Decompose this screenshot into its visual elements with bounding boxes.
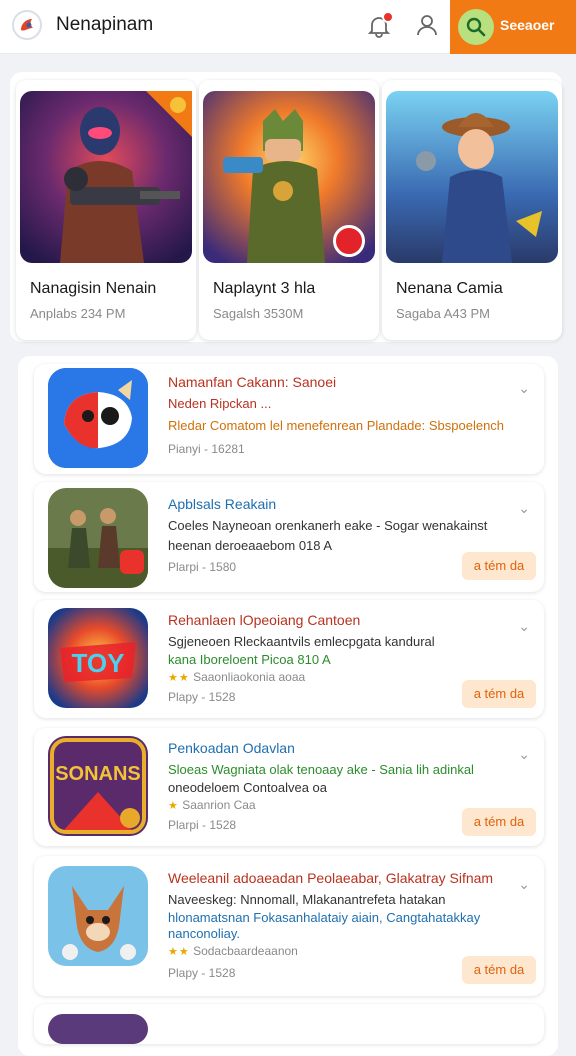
app-icon	[48, 488, 148, 588]
app-description: oneodeloem Contoalvea oa	[168, 780, 328, 795]
app-description: hlonamatsnan Fokasanhalataiy aiain, Cang…	[168, 910, 481, 925]
app-meta: Plapy - 1528	[168, 690, 236, 704]
install-button[interactable]: a tém da	[462, 956, 536, 984]
app-description: Rledar Comatom lel menefenrean Plandade:…	[168, 418, 505, 433]
app-rating: ★★ Saaonliaokonia aoaa	[168, 670, 306, 684]
app-title: Penkoadan Odavlan	[168, 740, 295, 756]
featured-card[interactable]: Nenana Camia Sagaba A43 PM	[382, 80, 562, 340]
app-subtitle: Naveeskeg: Nnnomall, Mlakanantrefeta hat…	[168, 892, 446, 907]
featured-card[interactable]: Naplaynt 3 hla Sagalsh 3530M	[199, 80, 379, 340]
featured-name: Naplaynt 3 hla	[213, 280, 316, 297]
app-subtitle: Coeles Nayneoan orenkanerh eake - Sogar …	[168, 518, 488, 533]
list-item[interactable]: SONANS Penkoadan Odavlan Sloeas Wagniata…	[34, 728, 544, 846]
app-logo-icon[interactable]	[12, 10, 42, 40]
featured-sub: Sagalsh 3530M	[213, 306, 304, 321]
featured-ribbon-icon	[146, 91, 192, 137]
featured-card[interactable]: Nanagisin Nenain Anplabs 234 PM	[16, 80, 196, 340]
svg-text:SONANS: SONANS	[55, 763, 141, 785]
app-title: Weeleanil adoaeadan Peolaeabar, Glakatra…	[168, 870, 494, 886]
chevron-down-icon[interactable]: ⌄	[518, 618, 530, 635]
app-icon: TOY	[48, 608, 148, 708]
chevron-down-icon[interactable]: ⌄	[518, 876, 530, 893]
featured-sub: Sagaba A43 PM	[396, 306, 490, 321]
list-item[interactable]: Namanfan Cakann: Sanoei Neden Ripckan ..…	[34, 364, 544, 474]
notification-dot	[382, 11, 394, 23]
app-description: kana Iboreloent Picoa 810 A	[168, 652, 331, 667]
app-title: Nenapinam	[56, 14, 154, 35]
app-meta: Pianyi - 16281	[168, 442, 245, 456]
app-subtitle: Neden Ripckan ...	[168, 396, 272, 411]
app-icon: SONANS	[48, 736, 148, 836]
install-button[interactable]: a tém da	[462, 552, 536, 580]
chevron-down-icon[interactable]: ⌄	[518, 500, 530, 517]
app-meta: Plarpi - 1528	[168, 818, 237, 832]
install-button[interactable]: a tém da	[462, 808, 536, 836]
app-icon	[48, 1014, 148, 1044]
featured-name: Nanagisin Nenain	[30, 280, 157, 297]
search-label[interactable]: Seeaoer	[500, 17, 554, 33]
app-subtitle: Sgjeneoen Rleckaantvils emlecpgata kandu…	[168, 634, 435, 649]
app-rating: ★★ Sodacbaardeaanon	[168, 944, 298, 958]
featured-name: Nenana Camia	[396, 280, 503, 297]
app-title: Apblsals Reakain	[168, 496, 277, 512]
app-title: Namanfan Cakann: Sanoei	[168, 374, 337, 390]
app-rating: ★ Saanrion Caa	[168, 798, 256, 812]
search-icon[interactable]	[458, 9, 494, 45]
app-description: heenan deroeaaebom 018 A	[168, 538, 333, 553]
list-item[interactable]	[34, 1004, 544, 1044]
app-description-more: nanconoliay.	[168, 926, 241, 941]
svg-text:TOY: TOY	[72, 648, 125, 678]
list-item[interactable]: TOY Rehanlaen lOpeoiang Cantoen Sgjeneoe…	[34, 600, 544, 718]
list-item[interactable]: Apblsals Reakain Coeles Nayneoan orenkan…	[34, 482, 544, 592]
app-icon	[48, 368, 148, 468]
featured-sub: Anplabs 234 PM	[30, 306, 126, 321]
app-title: Rehanlaen lOpeoiang Cantoen	[168, 612, 361, 628]
app-icon	[48, 866, 148, 966]
chevron-down-icon[interactable]: ⌄	[518, 746, 530, 763]
chevron-down-icon[interactable]: ⌄	[518, 380, 530, 397]
app-subtitle: Sloeas Wagniata olak tenoaay ake - Sania…	[168, 762, 474, 777]
featured-art	[386, 91, 558, 263]
app-meta: Plapy - 1528	[168, 966, 236, 980]
install-button[interactable]: a tém da	[462, 680, 536, 708]
featured-badge-icon	[333, 225, 365, 257]
app-meta: Plarpi - 1580	[168, 560, 237, 574]
user-icon[interactable]	[414, 12, 440, 38]
list-item[interactable]: Weeleanil adoaeadan Peolaeabar, Glakatra…	[34, 856, 544, 996]
